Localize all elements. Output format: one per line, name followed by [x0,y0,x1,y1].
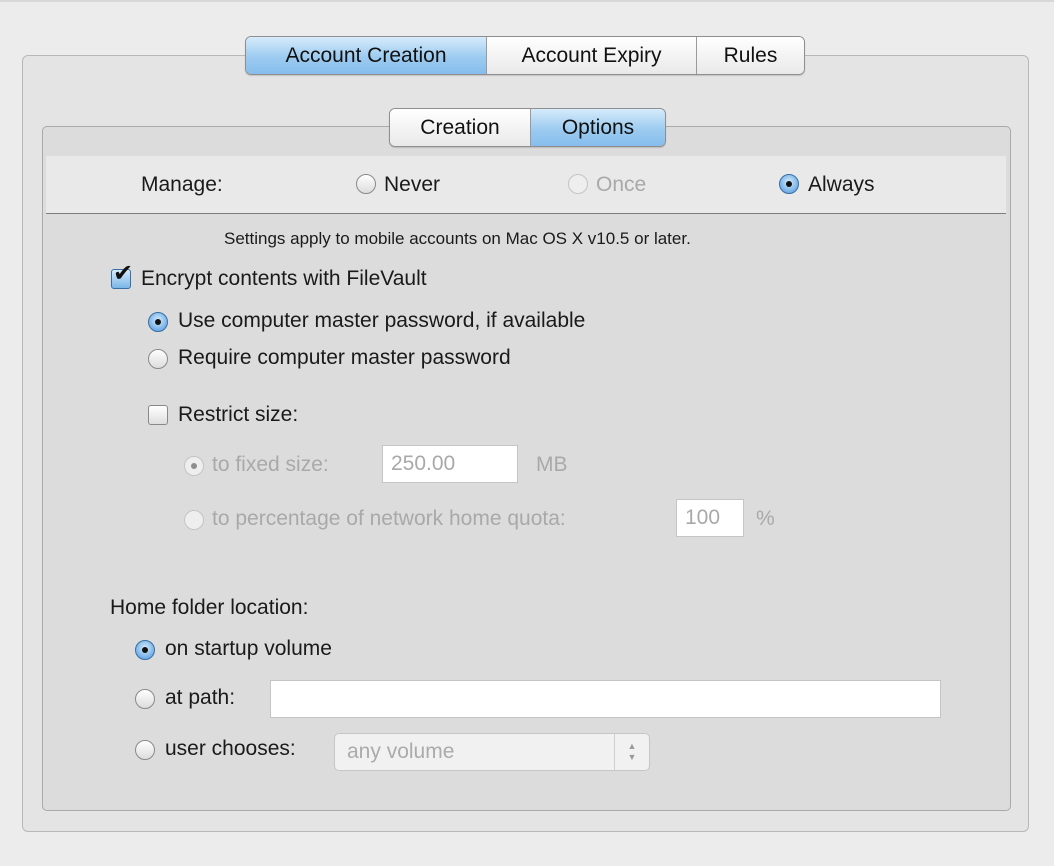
main-tab-bar: Account Creation Account Expiry Rules [245,36,805,75]
require-master-password-label[interactable]: Require computer master password [178,346,511,370]
volume-popup-value: any volume [347,740,455,763]
checkmark-icon: ✔ [113,259,134,287]
tab-options[interactable]: Options [530,109,665,146]
manage-never-label[interactable]: Never [384,173,440,197]
restrict-size-label[interactable]: Restrict size: [178,403,298,427]
at-path-radio[interactable] [135,689,155,709]
volume-popup[interactable]: any volume ▲ ▼ [334,733,650,771]
tab-account-expiry[interactable]: Account Expiry [486,37,696,74]
fixed-size-radio[interactable] [184,456,204,476]
use-master-password-radio[interactable] [148,312,168,332]
manage-always-radio[interactable] [779,174,799,194]
tab-account-creation[interactable]: Account Creation [246,37,486,74]
user-chooses-label[interactable]: user chooses: [165,737,296,761]
path-input[interactable] [270,680,941,718]
manage-never-radio[interactable] [356,174,376,194]
window-top-edge [0,0,1054,2]
user-chooses-radio[interactable] [135,740,155,760]
startup-volume-label[interactable]: on startup volume [165,637,332,661]
percentage-unit: % [756,507,775,530]
manage-always-label[interactable]: Always [808,173,875,197]
mobile-accounts-note: Settings apply to mobile accounts on Mac… [224,229,691,248]
percentage-quota-label[interactable]: to percentage of network home quota: [212,507,566,531]
percentage-quota-radio[interactable] [184,510,204,530]
at-path-label[interactable]: at path: [165,686,235,710]
tab-creation[interactable]: Creation [390,109,530,146]
startup-volume-radio[interactable] [135,640,155,660]
percentage-input[interactable]: 100 [676,499,744,537]
restrict-size-checkbox[interactable] [148,405,168,425]
fixed-size-input[interactable]: 250.00 [382,445,518,483]
fixed-size-unit: MB [536,453,568,476]
home-folder-label: Home folder location: [110,596,309,619]
use-master-password-label[interactable]: Use computer master password, if availab… [178,309,585,333]
manage-once-label[interactable]: Once [596,173,646,197]
sub-tab-bar: Creation Options [389,108,666,147]
manage-label: Manage: [141,173,223,196]
up-down-arrows-icon: ▲ ▼ [614,734,649,770]
fixed-size-label[interactable]: to fixed size: [212,453,329,477]
filevault-checkbox[interactable]: ✔ [111,261,133,289]
manage-once-radio[interactable] [568,174,588,194]
tab-rules[interactable]: Rules [696,37,804,74]
require-master-password-radio[interactable] [148,349,168,369]
filevault-label[interactable]: Encrypt contents with FileVault [141,267,427,291]
